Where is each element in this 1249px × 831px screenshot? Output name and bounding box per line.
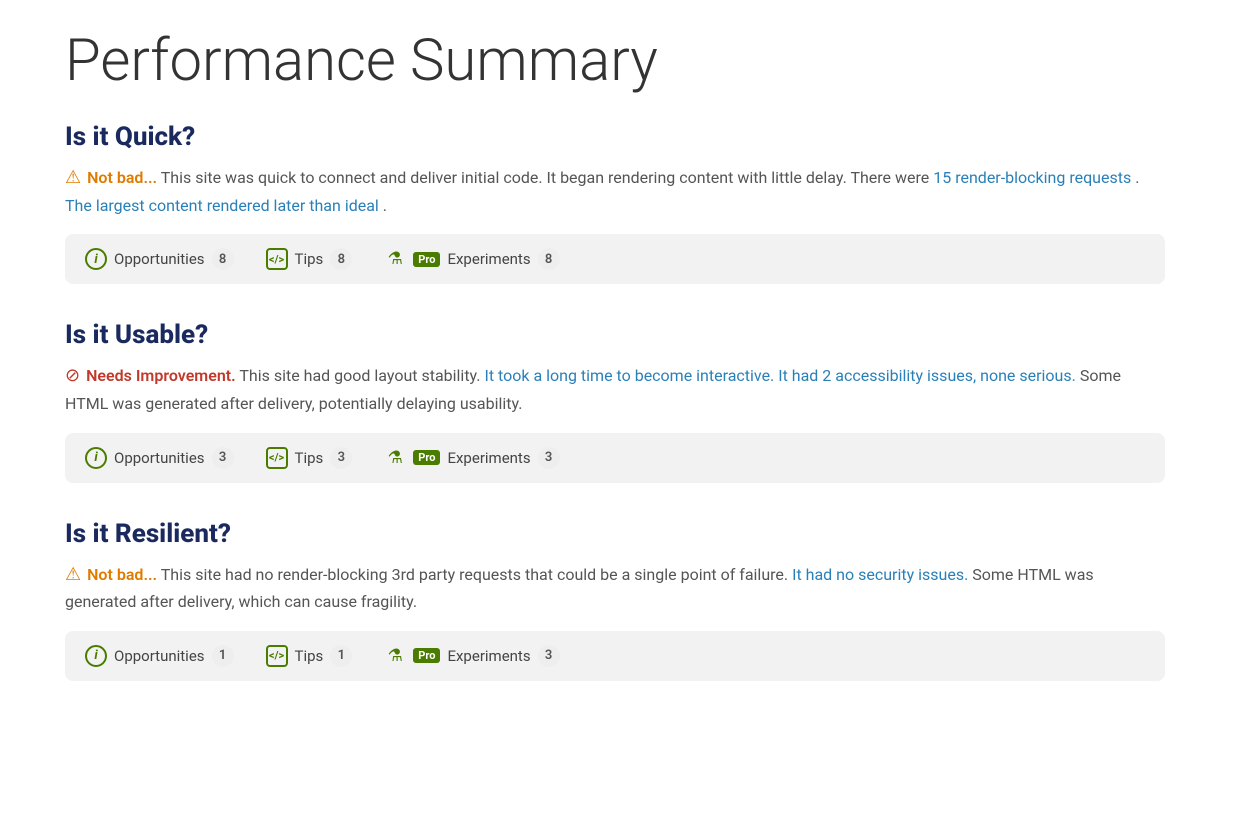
section-quick-heading: Is it Quick? xyxy=(65,122,1184,152)
info-icon: i xyxy=(85,248,107,270)
opportunities-label-usable: Opportunities xyxy=(114,449,205,467)
opportunities-count-usable: 3 xyxy=(212,447,234,469)
opportunities-metric[interactable]: i Opportunities 8 xyxy=(85,248,234,270)
section-usable-heading: Is it Usable? xyxy=(65,320,1184,350)
metrics-bar-usable: i Opportunities 3 </> Tips 3 ⚗ Pro Exper… xyxy=(65,433,1165,483)
info-icon-usable: i xyxy=(85,447,107,469)
code-icon-resilient: </> xyxy=(266,645,288,667)
experiments-metric-usable[interactable]: ⚗ Pro Experiments 3 xyxy=(384,447,559,469)
section-resilient-description: ⚠ Not bad... This site had no render-blo… xyxy=(65,561,1165,615)
opportunities-label-resilient: Opportunities xyxy=(114,647,205,665)
section-resilient: Is it Resilient? ⚠ Not bad... This site … xyxy=(65,519,1184,681)
status-label: Not bad... xyxy=(87,168,157,187)
experiments-metric[interactable]: ⚗ Pro Experiments 8 xyxy=(384,248,559,270)
status-label-resilient: Not bad... xyxy=(87,565,157,584)
tips-count: 8 xyxy=(330,248,352,270)
error-icon: ⊘ xyxy=(65,365,80,386)
pro-badge: Pro xyxy=(413,252,440,267)
experiments-count-usable: 3 xyxy=(538,447,560,469)
flask-icon-resilient: ⚗ xyxy=(384,645,406,667)
tips-metric-usable[interactable]: </> Tips 3 xyxy=(266,447,353,469)
metrics-bar-resilient: i Opportunities 1 </> Tips 1 ⚗ Pro Exper… xyxy=(65,631,1165,681)
pro-badge-resilient: Pro xyxy=(413,648,440,663)
desc-link-2[interactable]: The largest content rendered later than … xyxy=(65,196,379,215)
experiments-count-resilient: 3 xyxy=(538,645,560,667)
desc-text-3: . xyxy=(383,196,387,215)
desc-text-2: . xyxy=(1135,168,1139,187)
section-quick: Is it Quick? ⚠ Not bad... This site was … xyxy=(65,122,1184,284)
resilient-desc-link-1[interactable]: It had no security issues. xyxy=(792,565,968,584)
status-label-usable: Needs Improvement. xyxy=(86,366,236,385)
flask-icon-usable: ⚗ xyxy=(384,447,406,469)
tips-count-resilient: 1 xyxy=(330,645,352,667)
section-usable: Is it Usable? ⊘ Needs Improvement. This … xyxy=(65,320,1184,482)
experiments-metric-resilient[interactable]: ⚗ Pro Experiments 3 xyxy=(384,645,559,667)
opportunities-metric-usable[interactable]: i Opportunities 3 xyxy=(85,447,234,469)
info-icon-resilient: i xyxy=(85,645,107,667)
code-icon: </> xyxy=(266,248,288,270)
tips-metric-resilient[interactable]: </> Tips 1 xyxy=(266,645,353,667)
section-usable-description: ⊘ Needs Improvement. This site had good … xyxy=(65,362,1165,416)
warning-icon-resilient: ⚠ xyxy=(65,564,81,585)
code-icon-usable: </> xyxy=(266,447,288,469)
opportunities-metric-resilient[interactable]: i Opportunities 1 xyxy=(85,645,234,667)
page-title: Performance Summary xyxy=(65,30,1184,94)
opportunities-count: 8 xyxy=(212,248,234,270)
usable-desc-text: This site had good layout stability. xyxy=(239,366,484,385)
usable-desc-link-1[interactable]: It took a long time to become interactiv… xyxy=(484,366,774,385)
tips-label-resilient: Tips xyxy=(295,647,324,665)
resilient-desc-text-1: This site had no render-blocking 3rd par… xyxy=(161,565,792,584)
experiments-count: 8 xyxy=(538,248,560,270)
desc-link-1[interactable]: 15 render-blocking requests xyxy=(933,168,1131,187)
metrics-bar-quick: i Opportunities 8 </> Tips 8 ⚗ Pro Exper… xyxy=(65,234,1165,284)
tips-label-usable: Tips xyxy=(295,449,324,467)
opportunities-count-resilient: 1 xyxy=(212,645,234,667)
tips-label: Tips xyxy=(295,250,324,268)
tips-count-usable: 3 xyxy=(330,447,352,469)
warning-icon: ⚠ xyxy=(65,167,81,188)
flask-icon: ⚗ xyxy=(384,248,406,270)
experiments-label-usable: Experiments xyxy=(447,449,530,467)
experiments-label-resilient: Experiments xyxy=(447,647,530,665)
usable-desc-link-2[interactable]: It had 2 accessibility issues, none seri… xyxy=(778,366,1076,385)
experiments-label: Experiments xyxy=(447,250,530,268)
pro-badge-usable: Pro xyxy=(413,450,440,465)
section-quick-description: ⚠ Not bad... This site was quick to conn… xyxy=(65,164,1165,218)
section-resilient-heading: Is it Resilient? xyxy=(65,519,1184,549)
opportunities-label: Opportunities xyxy=(114,250,205,268)
desc-text-1: This site was quick to connect and deliv… xyxy=(161,168,934,187)
tips-metric[interactable]: </> Tips 8 xyxy=(266,248,353,270)
